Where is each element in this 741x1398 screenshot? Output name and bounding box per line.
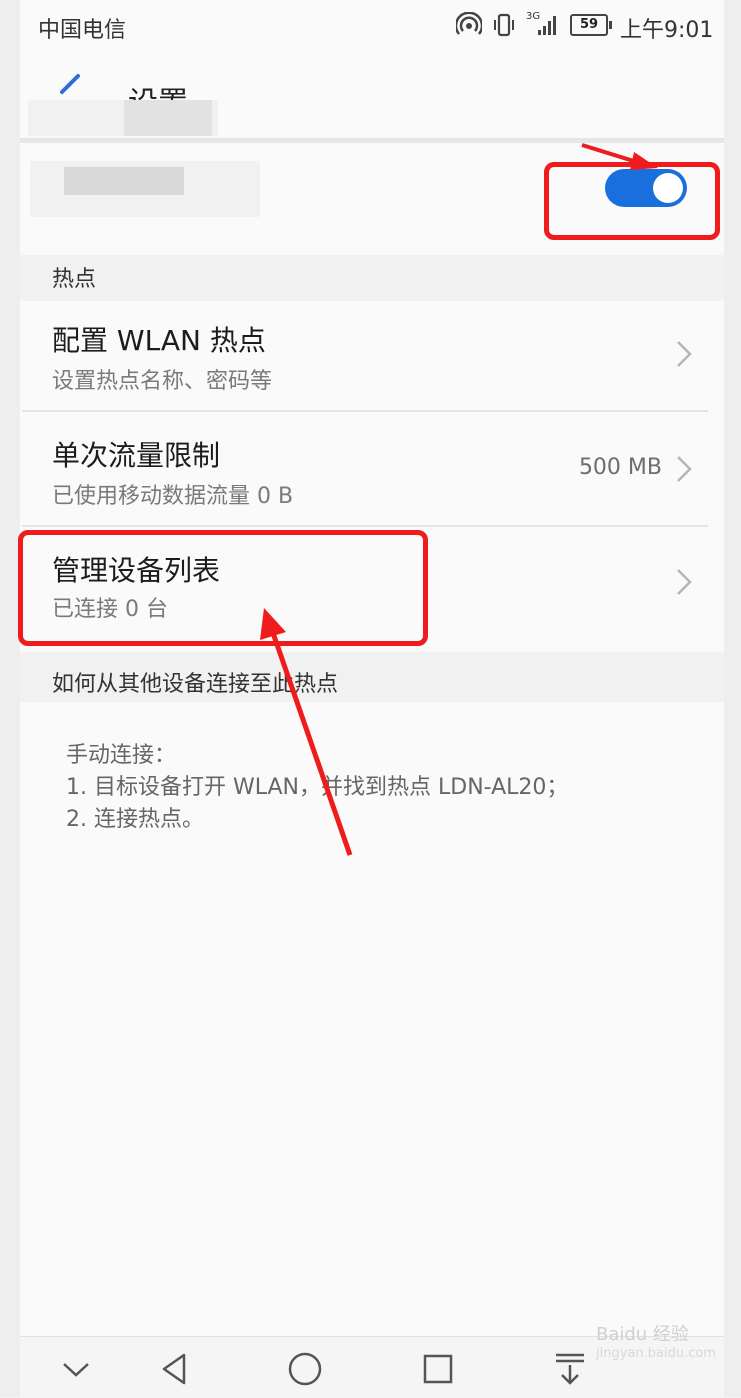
annotation-arrow-devices [260,608,353,856]
annotation-arrow-toggle [581,143,658,170]
annotation-arrows [260,143,658,856]
